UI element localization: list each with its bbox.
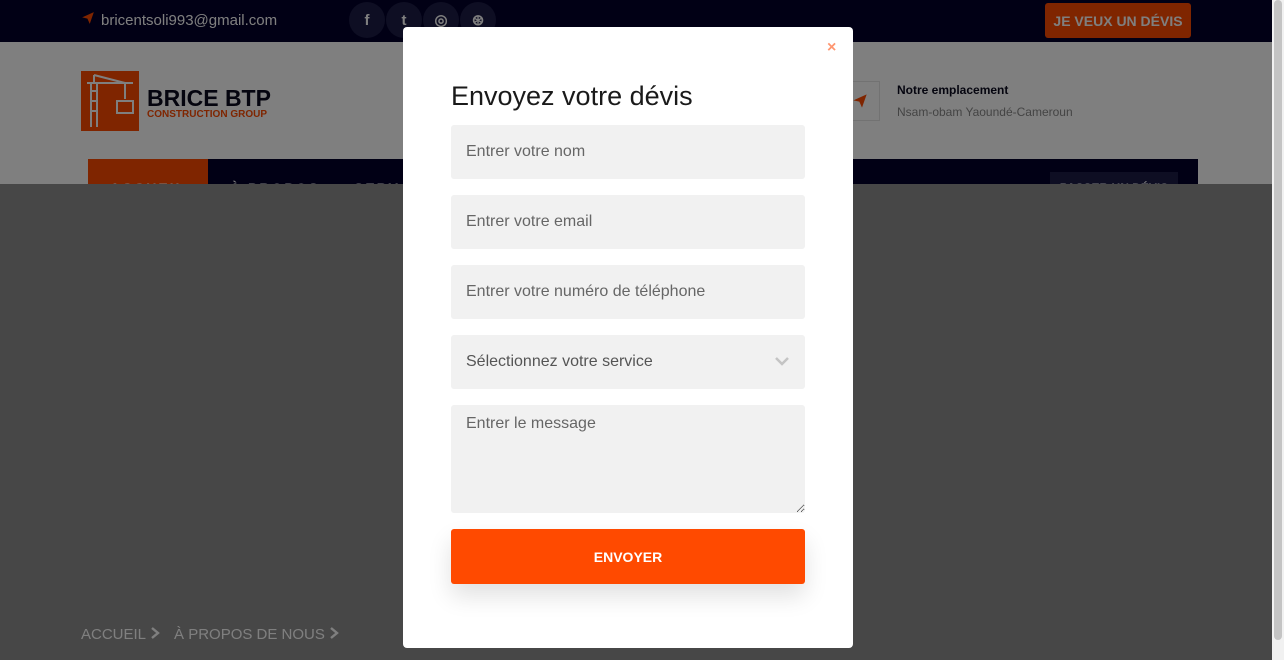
- chevron-down-icon: [774, 353, 790, 371]
- quote-modal: × Envoyez votre dévis Sélectionnez votre…: [403, 27, 853, 648]
- modal-title: Envoyez votre dévis: [451, 81, 693, 111]
- scrollbar[interactable]: [1272, 0, 1284, 660]
- submit-button[interactable]: ENVOYER: [451, 529, 805, 584]
- phone-input[interactable]: [451, 265, 805, 319]
- message-textarea[interactable]: [451, 405, 805, 513]
- name-input[interactable]: [451, 125, 805, 179]
- email-input[interactable]: [451, 195, 805, 249]
- service-select[interactable]: Sélectionnez votre service: [451, 335, 805, 389]
- service-select-label: Sélectionnez votre service: [466, 353, 653, 370]
- scrollbar-thumb[interactable]: [1274, 0, 1282, 640]
- close-icon[interactable]: ×: [827, 39, 836, 57]
